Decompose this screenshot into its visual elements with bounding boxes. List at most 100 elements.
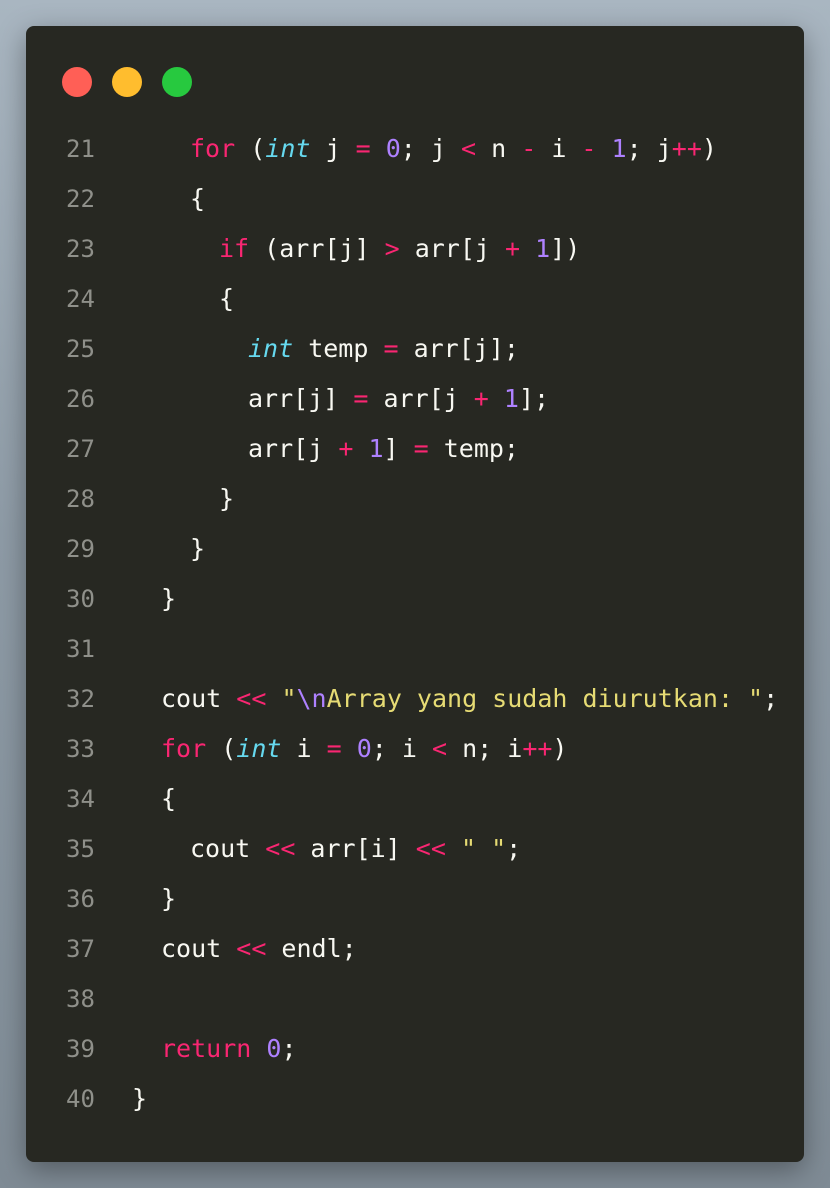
code-token: for bbox=[161, 734, 207, 763]
code-token: << bbox=[236, 684, 267, 713]
code-token: cout bbox=[161, 684, 237, 713]
code-token: { bbox=[161, 784, 177, 813]
code-token: j bbox=[310, 134, 356, 163]
code-line: 33 for (int i = 0; i < n; i++) bbox=[26, 724, 804, 774]
code-text: for (int i = 0; i < n; i++) bbox=[161, 724, 567, 774]
code-token: return bbox=[161, 1034, 252, 1063]
line-number: 27 bbox=[66, 435, 95, 463]
code-token: \n bbox=[296, 684, 327, 713]
line-number: 33 bbox=[66, 735, 95, 763]
code-token: < bbox=[460, 134, 477, 163]
minimize-window-icon[interactable] bbox=[112, 67, 142, 97]
code-token: ++ bbox=[522, 734, 553, 763]
code-token: = bbox=[326, 734, 342, 763]
code-line: 25 int temp = arr[j]; bbox=[26, 324, 804, 374]
code-token: } bbox=[219, 484, 235, 513]
code-line: 24 { bbox=[26, 274, 804, 324]
code-text: { bbox=[190, 174, 205, 224]
code-token: ; i bbox=[371, 734, 432, 763]
code-token: { bbox=[190, 184, 206, 213]
code-token: 1 bbox=[503, 384, 519, 413]
line-number: 23 bbox=[66, 235, 95, 263]
code-line: 26 arr[j] = arr[j + 1]; bbox=[26, 374, 804, 424]
line-number: 24 bbox=[66, 285, 95, 313]
code-text: } bbox=[132, 1074, 147, 1124]
line-number: 32 bbox=[66, 685, 95, 713]
code-token: int bbox=[236, 734, 282, 763]
code-token: 0 bbox=[385, 134, 401, 163]
code-token: n bbox=[476, 134, 522, 163]
code-line: 22 { bbox=[26, 174, 804, 224]
code-block: 21 for (int j = 0; j < n - i - 1; j++) 22{… bbox=[26, 124, 804, 1124]
code-token: < bbox=[431, 734, 448, 763]
code-token: i bbox=[281, 734, 327, 763]
line-number: 22 bbox=[66, 185, 95, 213]
line-number: 36 bbox=[66, 885, 95, 913]
code-token: " bbox=[281, 684, 297, 713]
code-text: int temp = arr[j]; bbox=[248, 324, 519, 374]
code-token: cout bbox=[161, 934, 237, 963]
line-number: 29 bbox=[66, 535, 95, 563]
line-number: 30 bbox=[66, 585, 95, 613]
code-token: = bbox=[413, 434, 429, 463]
code-window: 21 for (int j = 0; j < n - i - 1; j++) 22{… bbox=[26, 26, 804, 1162]
line-number: 38 bbox=[66, 985, 95, 1013]
code-token: ; bbox=[281, 1034, 297, 1063]
code-token: - bbox=[581, 134, 597, 163]
code-token: > bbox=[384, 234, 400, 263]
code-token: = bbox=[355, 134, 371, 163]
code-text: { bbox=[161, 774, 176, 824]
code-line: 23 if (arr[j] > arr[j + 1]) bbox=[26, 224, 804, 274]
code-token: ] bbox=[383, 434, 414, 463]
code-line: 28} bbox=[26, 474, 804, 524]
code-text: if (arr[j] > arr[j + 1]) bbox=[219, 224, 580, 274]
code-token: << bbox=[236, 934, 267, 963]
code-line: 31 bbox=[26, 624, 804, 674]
code-line: 36} bbox=[26, 874, 804, 924]
code-token: = bbox=[353, 384, 369, 413]
code-token: - bbox=[521, 134, 537, 163]
code-token: (arr[j] bbox=[249, 234, 385, 263]
line-number: 37 bbox=[66, 935, 95, 963]
code-text: cout << arr[i] << " "; bbox=[190, 824, 521, 874]
code-token: << bbox=[415, 834, 446, 863]
code-token: } bbox=[190, 534, 206, 563]
code-line: 30} bbox=[26, 574, 804, 624]
code-line: 34 { bbox=[26, 774, 804, 824]
code-text: } bbox=[161, 874, 176, 924]
code-text: cout << endl; bbox=[161, 924, 357, 974]
close-window-icon[interactable] bbox=[62, 67, 92, 97]
code-line: 29} bbox=[26, 524, 804, 574]
code-token: ]) bbox=[550, 234, 581, 263]
code-token: int bbox=[265, 134, 311, 163]
code-token: Array yang sudah diurutkan: bbox=[326, 684, 749, 713]
code-token: ; bbox=[763, 684, 779, 713]
code-token: arr[j]; bbox=[398, 334, 519, 363]
code-text: return 0; bbox=[161, 1024, 297, 1074]
code-text: } bbox=[190, 524, 205, 574]
maximize-window-icon[interactable] bbox=[162, 67, 192, 97]
code-token: arr[j bbox=[399, 234, 505, 263]
code-token: 1 bbox=[368, 434, 384, 463]
code-token: n; i bbox=[447, 734, 523, 763]
code-token: + bbox=[473, 384, 489, 413]
code-text: cout << "\nArray yang sudah diurutkan: "… bbox=[161, 674, 778, 724]
code-token: 0 bbox=[356, 734, 372, 763]
code-token: cout bbox=[190, 834, 266, 863]
code-text: arr[j + 1] = temp; bbox=[248, 424, 519, 474]
code-token: + bbox=[505, 234, 521, 263]
code-token: ) bbox=[701, 134, 717, 163]
line-number: 28 bbox=[66, 485, 95, 513]
code-token: ( bbox=[235, 134, 266, 163]
code-line: 40} bbox=[26, 1074, 804, 1124]
code-text: } bbox=[219, 474, 234, 524]
line-number: 34 bbox=[66, 785, 95, 813]
code-text: arr[j] = arr[j + 1]; bbox=[248, 374, 549, 424]
code-token: ]; bbox=[518, 384, 550, 413]
code-token: if bbox=[219, 234, 250, 263]
code-token: for bbox=[190, 134, 236, 163]
code-line: 27 arr[j + 1] = temp; bbox=[26, 424, 804, 474]
